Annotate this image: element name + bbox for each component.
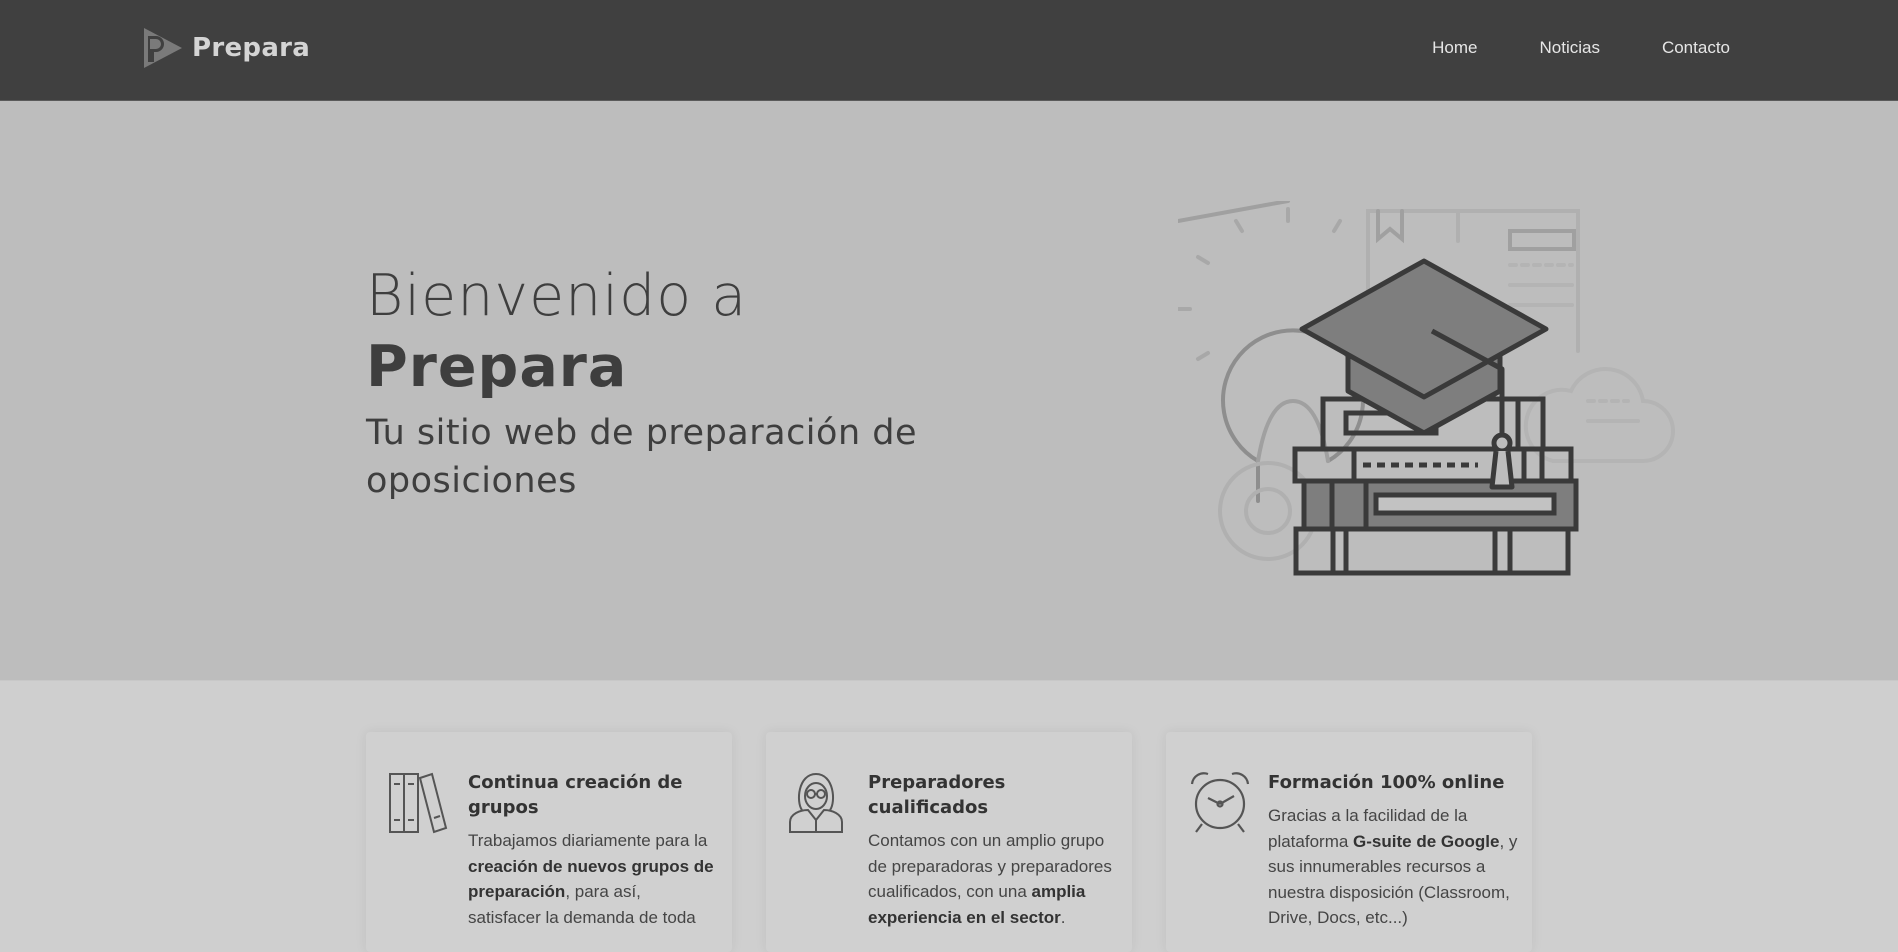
features-section: Continua creación de grupos Trabajamos d…	[0, 681, 1898, 952]
feature-card-preparadores: Preparadores cualificados Contamos con u…	[766, 732, 1132, 952]
hero-heading: Bienvenido a Prepara Tu sitio web de pre…	[366, 261, 1066, 505]
feature-card-body: Preparadores cualificados Contamos con u…	[868, 770, 1118, 930]
play-logo-icon	[144, 28, 182, 68]
feature-card-body: Formación 100% online Gracias a la facil…	[1268, 770, 1518, 931]
hero-subtitle: Tu sitio web de preparación de oposicion…	[366, 413, 918, 501]
brand-name: Prepara	[192, 33, 311, 63]
feature-title: Continua creación de grupos	[468, 772, 683, 818]
nav-menu: Home Noticias Contacto	[1432, 38, 1730, 58]
feature-title: Formación 100% online	[1268, 772, 1505, 793]
feature-description: Trabajamos diariamente para la creación …	[468, 831, 714, 927]
feature-description: Contamos con un amplio grupo de preparad…	[868, 831, 1112, 927]
hero-section: Bienvenido a Prepara Tu sitio web de pre…	[0, 101, 1898, 681]
feature-title: Preparadores cualificados	[868, 772, 1006, 818]
teacher-icon	[789, 772, 843, 833]
nav-link-noticias[interactable]: Noticias	[1539, 38, 1599, 58]
brand-logo[interactable]: Prepara	[142, 26, 310, 70]
feature-card-grupos: Continua creación de grupos Trabajamos d…	[366, 732, 732, 952]
feature-card-online: Formación 100% online Gracias a la facil…	[1166, 732, 1532, 952]
graduation-illustration	[1178, 201, 1675, 576]
feature-card-body: Continua creación de grupos Trabajamos d…	[468, 770, 718, 930]
nav-link-contacto[interactable]: Contacto	[1662, 38, 1730, 58]
feature-description: Gracias a la facilidad de la plataforma …	[1268, 806, 1518, 927]
books-icon	[389, 772, 448, 834]
nav-link-home[interactable]: Home	[1432, 38, 1477, 58]
navbar: Prepara Home Noticias Contacto	[0, 0, 1898, 101]
hero-title-line2: Prepara	[366, 334, 628, 400]
alarm-clock-icon	[1190, 772, 1250, 833]
hero-title-line1: Bienvenido a	[366, 263, 748, 329]
